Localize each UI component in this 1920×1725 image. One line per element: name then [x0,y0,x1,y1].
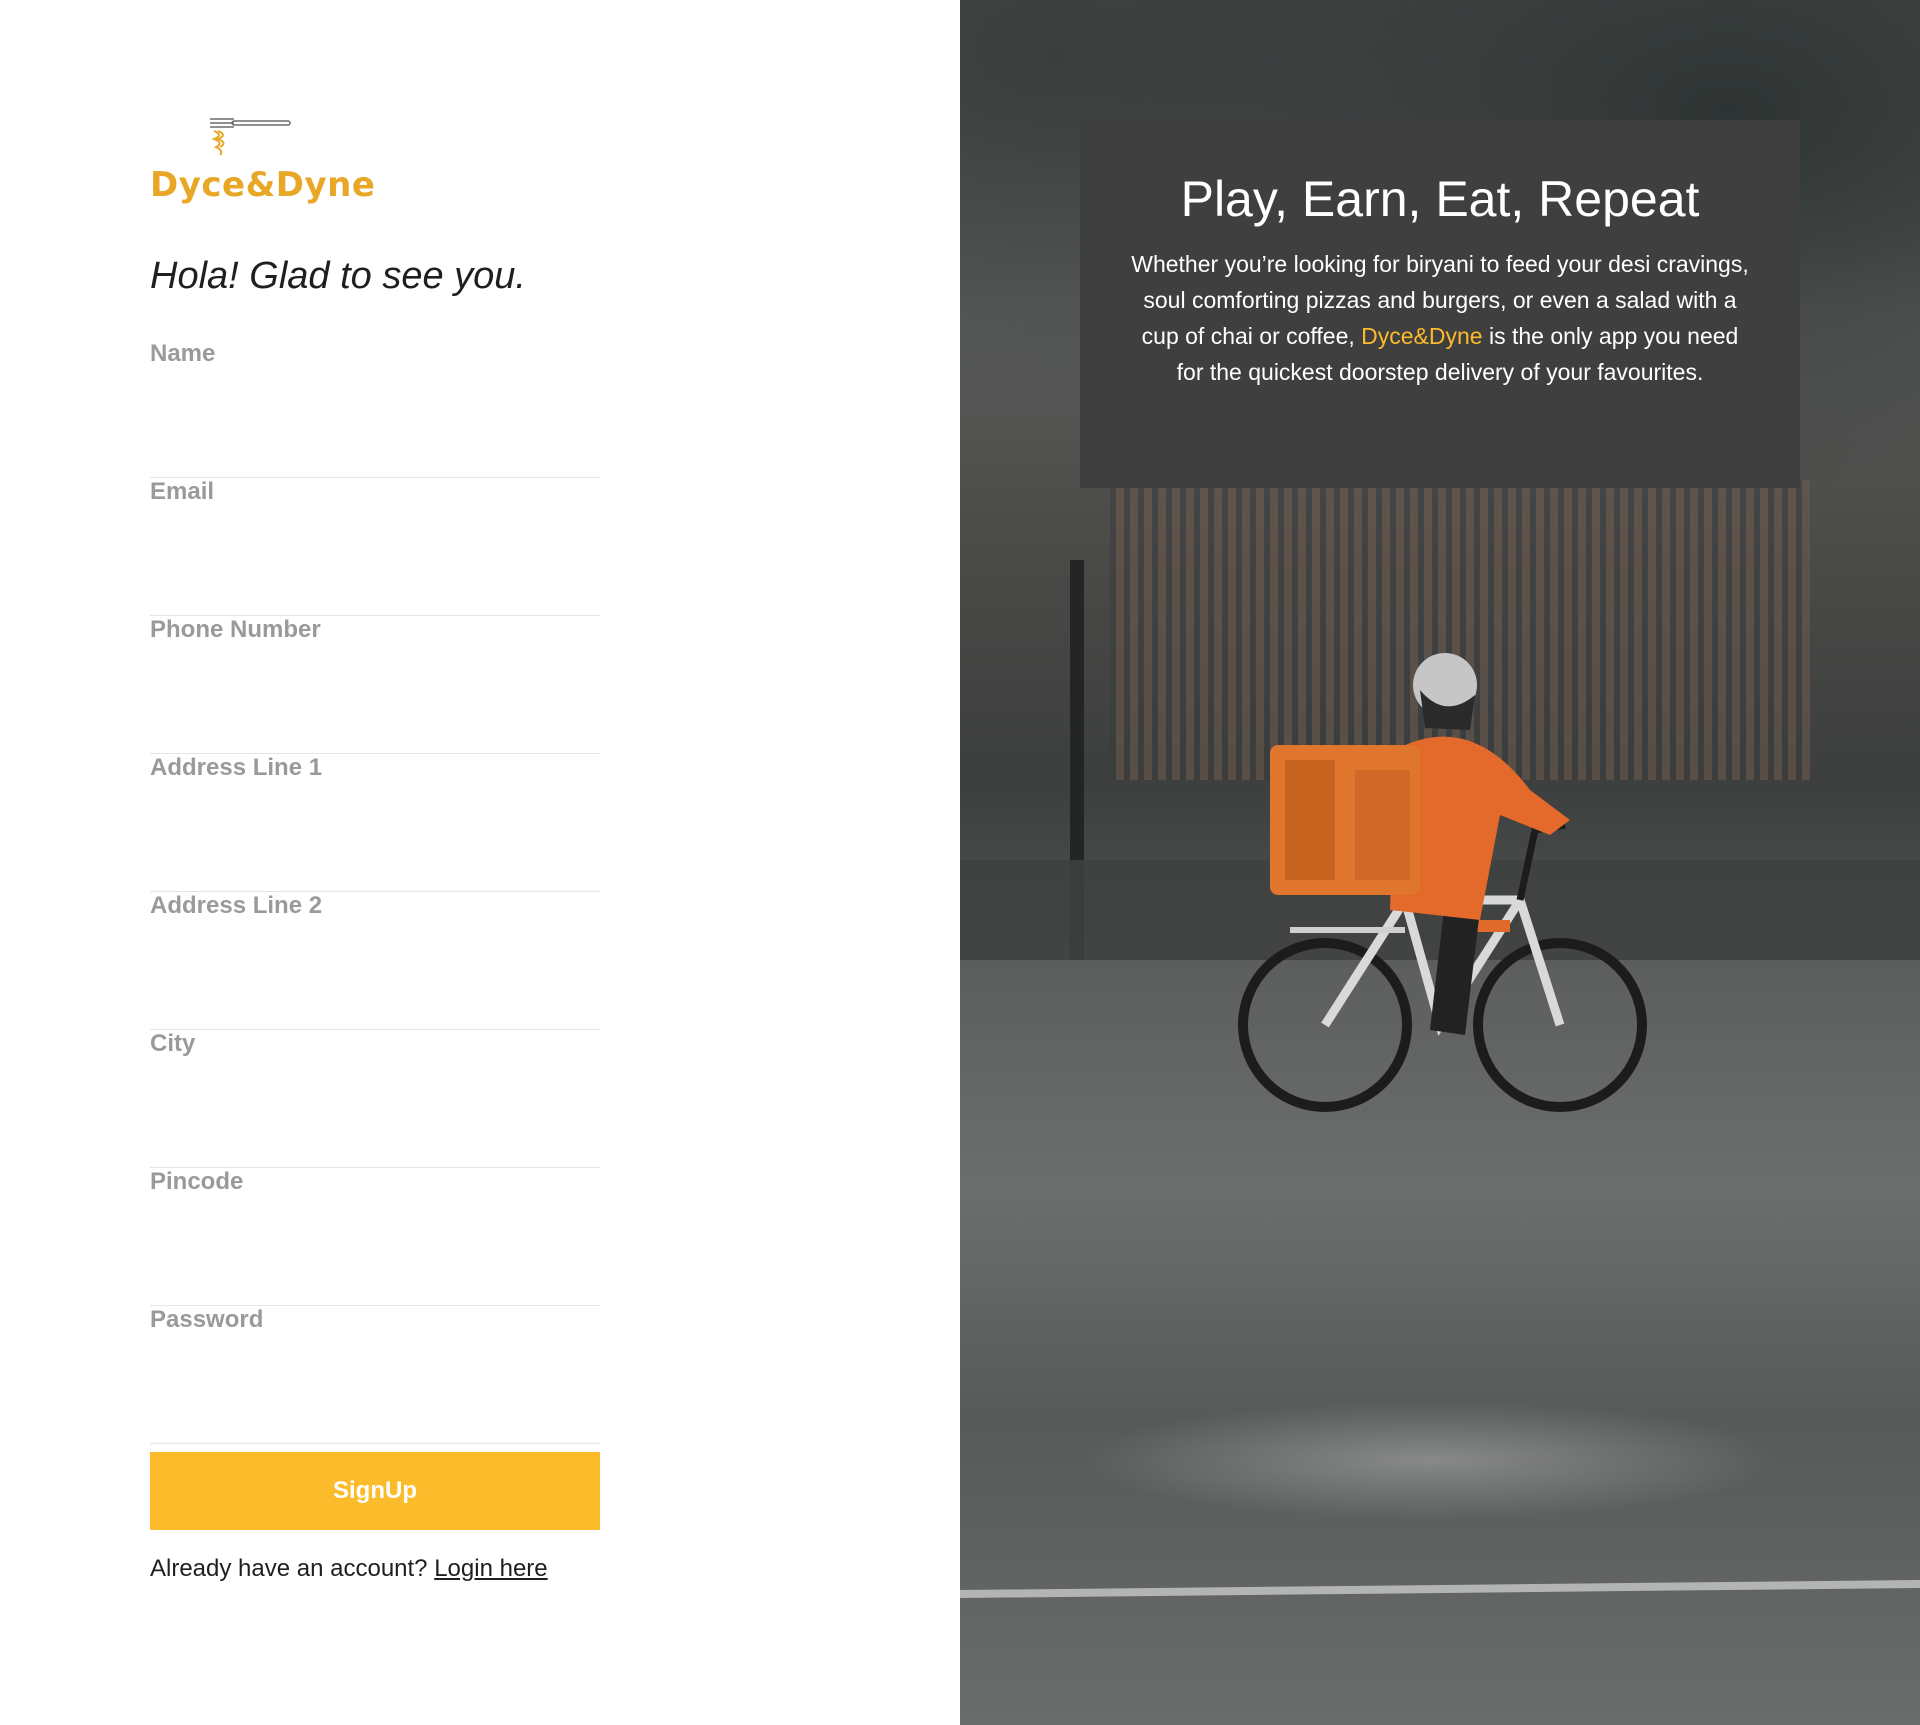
city-label: City [150,1030,196,1057]
hero-card: Play, Earn, Eat, Repeat Whether you’re l… [1080,120,1800,488]
pincode-label: Pincode [150,1168,244,1195]
email-input[interactable] [150,561,600,611]
address-line-2-label: Address Line 2 [150,892,323,919]
greeting-heading: Hola! Glad to see you. [150,255,526,297]
address-line-1-field: Address Line 1 [150,754,600,892]
email-label: Email [150,478,215,505]
address-line-1-label: Address Line 1 [150,754,323,781]
password-label: Password [150,1306,264,1333]
login-prompt-text: Already have an account? [150,1555,428,1582]
pincode-input[interactable] [150,1251,600,1301]
phone-field: Phone Number [150,616,600,754]
phone-label: Phone Number [150,616,321,643]
hero-brand-highlight: Dyce&Dyne [1361,323,1483,349]
login-prompt: Already have an account? Login here [150,1555,548,1583]
signup-button[interactable]: SignUp [150,1452,600,1530]
pincode-field: Pincode [150,1168,600,1306]
name-input[interactable] [150,423,600,473]
password-field: Password [150,1306,600,1444]
signup-panel: Dyce&Dyne Hola! Glad to see you. Name Em… [0,0,960,1725]
name-field: Name [150,340,600,478]
email-field: Email [150,478,600,616]
address-line-2-input[interactable] [150,975,600,1025]
city-field: City [150,1030,600,1168]
delivery-rider-illustration [1238,653,1647,1112]
address-line-1-input[interactable] [150,837,600,887]
hero-panel: Play, Earn, Eat, Repeat Whether you’re l… [960,0,1920,1725]
name-label: Name [150,340,216,367]
address-line-2-field: Address Line 2 [150,892,600,1030]
password-input[interactable] [150,1389,600,1439]
city-input[interactable] [150,1113,600,1163]
phone-input[interactable] [150,699,600,749]
brand-name: Dyce&Dyne [150,165,376,205]
hero-description: Whether you’re looking for biryani to fe… [1130,246,1750,390]
road-reflection [1080,1400,1780,1520]
login-link[interactable]: Login here [434,1555,547,1582]
brand-logo[interactable]: Dyce&Dyne [150,110,375,210]
hero-title: Play, Earn, Eat, Repeat [1180,171,1700,227]
fork-noodles-icon [210,118,291,156]
